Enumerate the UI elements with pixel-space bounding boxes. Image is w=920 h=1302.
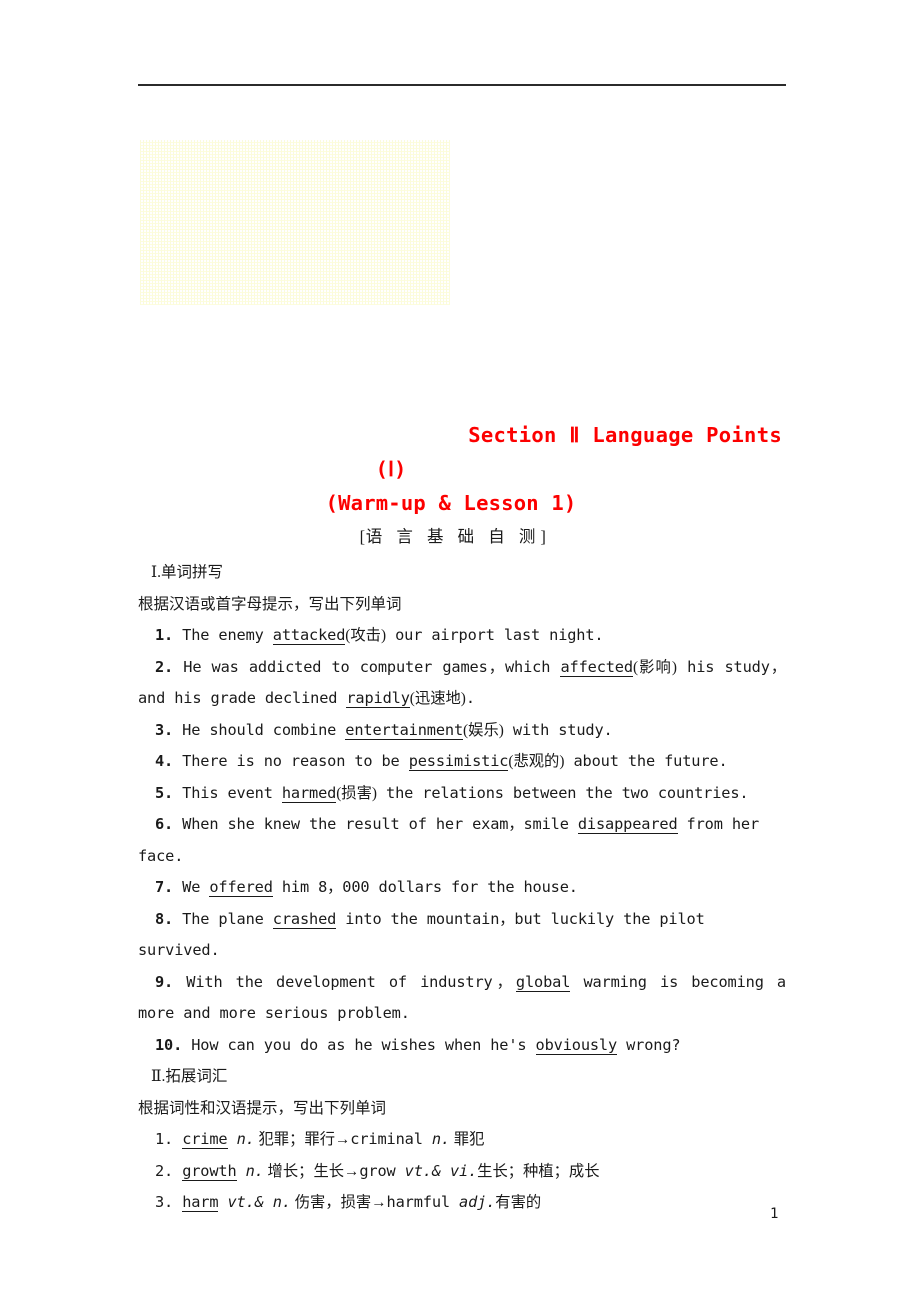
page-title-roman: (Ⅰ) [375, 457, 407, 481]
item-answer: attacked [272, 626, 346, 645]
item-text-pre: He should combine [173, 720, 346, 739]
vocab-number: 3. [155, 1193, 174, 1211]
item-text-pre: The plane [173, 909, 273, 928]
vocab-pos: vt.& n. [227, 1193, 292, 1211]
watermark-ghost-icon [140, 140, 450, 305]
item-text-pre: We [173, 878, 210, 896]
vocab-word: harm [182, 1193, 219, 1212]
vocabulary-item: 1. crime n. 犯罪；罪行→criminal n. 罪犯 [138, 1124, 786, 1156]
item-answer: global [515, 972, 571, 992]
item-text-pre: How can you do as he wishes when he's [182, 1035, 536, 1054]
item-text-post: wrong? [617, 1035, 681, 1054]
item-text-pre: With the development of industry， [173, 972, 516, 991]
item-text-tail: . [465, 689, 475, 707]
item-gloss: (娱乐) [463, 721, 504, 739]
vocab-derived-pos: adj. [459, 1193, 496, 1211]
vocab-derived-meaning: 生长；种植；成长 [477, 1162, 600, 1180]
item-text-post: about the future. [564, 752, 728, 770]
vocab-derived: harmful [386, 1193, 451, 1211]
vocabulary-item: 2. growth n. 增长；生长→grow vt.& vi.生长；种植；成长 [138, 1156, 786, 1188]
section-two-heading: Ⅱ.拓展词汇 [151, 1068, 228, 1085]
item-answer: offered [209, 878, 273, 897]
item-answer: pessimistic [408, 752, 509, 771]
item-gloss: (影响) [632, 658, 677, 676]
vocab-meaning: 增长；生长→ [263, 1162, 360, 1180]
vocabulary-item: 3. harm vt.& n. 伤害，损害→harmful adj.有害的 [138, 1187, 786, 1219]
vocab-derived: grow [359, 1161, 396, 1180]
item-gloss-secondary: (迅速地) [409, 690, 466, 707]
item-text-post: with study. [503, 720, 613, 739]
page-title: Section Ⅱ Language Points [468, 423, 782, 447]
item-number: 5. [155, 783, 174, 802]
document-content: Section Ⅱ Language Points (Ⅰ) (Warm-up &… [138, 418, 786, 1219]
section-banner: [语 言 基 础 自 测] [138, 520, 786, 553]
exercise-item: 8. The plane crashed into the mountain，b… [138, 904, 786, 967]
item-text-pre: When she knew the result of her exam，smi… [173, 815, 578, 833]
vocab-number: 2. [155, 1161, 174, 1180]
exercise-item: 6. When she knew the result of her exam，… [138, 809, 786, 872]
item-answer: disappeared [577, 815, 678, 834]
item-number: 2. [155, 657, 174, 676]
vocab-derived-pos: vt.& vi. [404, 1161, 478, 1180]
vocab-meaning: 伤害，损害→ [290, 1194, 387, 1211]
vocab-word: crime [182, 1130, 228, 1149]
item-text-pre: This event [173, 783, 282, 802]
item-text-post: him 8，000 dollars for the house. [272, 878, 578, 896]
header-divider [138, 84, 786, 86]
document-page: Section Ⅱ Language Points (Ⅰ) (Warm-up &… [0, 0, 920, 1302]
item-number: 1. [155, 626, 174, 644]
item-number: 8. [155, 909, 174, 928]
item-gloss: (悲观的) [508, 753, 565, 770]
item-text-pre: There is no reason to be [173, 752, 409, 770]
exercise-item: 9. With the development of industry，glob… [138, 967, 786, 1030]
vocab-pos: n. [245, 1161, 264, 1180]
exercise-item: 5. This event harmed(损害) the relations b… [138, 778, 786, 810]
exercise-item: 1. The enemy attacked(攻击) our airport la… [138, 620, 786, 652]
item-text-post: our airport last night. [386, 626, 604, 644]
item-answer: entertainment [345, 720, 464, 740]
item-answer: affected [560, 657, 633, 677]
item-text-post: the relations between the two countries. [377, 783, 749, 802]
vocab-derived-pos: n. [431, 1130, 450, 1148]
item-answer: crashed [272, 909, 337, 929]
page-subtitle: (Warm-up & Lesson 1) [325, 491, 577, 515]
vocab-derived-meaning: 罪犯 [449, 1131, 485, 1148]
item-text-pre: He was addicted to computer games，which [173, 657, 561, 676]
item-number: 7. [155, 878, 174, 896]
exercise-item: 2. He was addicted to computer games，whi… [138, 652, 786, 715]
item-number: 10. [155, 1035, 183, 1054]
item-text-pre: The enemy [173, 626, 273, 644]
item-gloss: (损害) [336, 784, 377, 802]
exercise-item: 7. We offered him 8，000 dollars for the … [138, 872, 786, 904]
item-gloss: (攻击) [345, 627, 387, 644]
exercise-item: 4. There is no reason to be pessimistic(… [138, 746, 786, 778]
item-answer-secondary: rapidly [346, 689, 410, 708]
item-number: 6. [155, 815, 174, 833]
section-one-prompt: 根据汉语或首字母提示，写出下列单词 [138, 595, 402, 613]
section-one-heading: Ⅰ.单词拼写 [151, 564, 223, 581]
exercise-item: 3. He should combine entertainment(娱乐) w… [138, 715, 786, 747]
vocab-number: 1. [155, 1130, 174, 1148]
item-answer: harmed [281, 783, 337, 803]
banner-label: 语 言 基 础 自 测 [365, 527, 541, 546]
section-two-prompt: 根据词性和汉语提示，写出下列单词 [138, 1099, 387, 1117]
vocab-derived: criminal [350, 1130, 423, 1148]
vocab-word: growth [182, 1161, 237, 1181]
vocab-meaning: 犯罪；罪行→ [254, 1131, 351, 1148]
item-number: 9. [155, 972, 174, 991]
vocab-pos: n. [236, 1130, 255, 1148]
exercise-item: 10. How can you do as he wishes when he'… [138, 1030, 786, 1062]
page-number: 1 [770, 1206, 779, 1222]
item-number: 4. [155, 752, 174, 770]
banner-close-bracket: ] [540, 527, 547, 546]
item-number: 3. [155, 720, 174, 739]
item-answer: obviously [535, 1035, 618, 1055]
vocab-derived-meaning: 有害的 [495, 1194, 542, 1211]
